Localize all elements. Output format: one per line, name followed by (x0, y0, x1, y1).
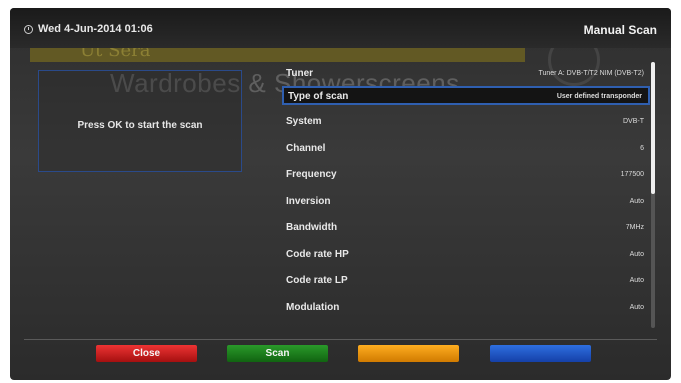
setting-label: Modulation (286, 301, 340, 313)
settings-list: Tuner Tuner A: DVB-T/T2 NIM (DVB-T2) Typ… (282, 62, 650, 321)
setting-label: Bandwidth (286, 222, 338, 233)
setting-label: Channel (286, 142, 326, 154)
clock-icon (24, 25, 33, 34)
setting-value: Tuner A: DVB-T/T2 NIM (DVB-T2) (538, 70, 644, 77)
setting-label: Frequency (286, 169, 337, 180)
setting-row-modulation[interactable]: Modulation Auto (282, 295, 650, 322)
setting-value: Auto (629, 303, 644, 311)
setting-row-type-of-scan[interactable]: Type of scan User defined transponder (282, 86, 650, 105)
setting-label: Type of scan (288, 91, 349, 102)
setting-label: System (286, 116, 322, 127)
setting-value: 7MHz (625, 224, 644, 231)
setting-label: Code rate LP (286, 275, 348, 286)
yellow-button[interactable] (358, 345, 459, 362)
setting-row-frequency[interactable]: Frequency 177500 (282, 162, 650, 189)
setting-label: Inversion (286, 195, 331, 207)
screen-title: Manual Scan (583, 23, 657, 37)
setting-value: 6 (640, 144, 644, 152)
setting-value: Auto (629, 197, 644, 205)
scan-button[interactable]: Scan (227, 345, 328, 362)
close-button[interactable]: Close (96, 345, 197, 362)
setting-row-bandwidth[interactable]: Bandwidth 7MHz (282, 215, 650, 242)
setting-row-inversion[interactable]: Inversion Auto (282, 189, 650, 216)
setting-row-system[interactable]: System DVB-T (282, 109, 650, 136)
tv-screen: Ut Sera Wardrobes & Showerscreens Wed 4-… (10, 8, 671, 380)
setting-value: DVB-T (623, 118, 644, 125)
setting-label: Code rate HP (286, 248, 349, 260)
setting-row-tuner[interactable]: Tuner Tuner A: DVB-T/T2 NIM (DVB-T2) (282, 62, 650, 86)
setting-row-code-rate-hp[interactable]: Code rate HP Auto (282, 242, 650, 269)
setting-value: Auto (629, 250, 644, 258)
info-panel: Press OK to start the scan (38, 70, 242, 172)
info-message: Press OK to start the scan (77, 120, 203, 131)
setting-row-code-rate-lp[interactable]: Code rate LP Auto (282, 268, 650, 295)
setting-label: Tuner (286, 68, 314, 79)
blue-button[interactable] (490, 345, 591, 362)
scrollbar[interactable] (651, 62, 655, 328)
top-bar: Wed 4-Jun-2014 01:06 Manual Scan (10, 8, 671, 48)
setting-value: Auto (629, 277, 644, 284)
date-time: Wed 4-Jun-2014 01:06 (38, 23, 153, 35)
scrollbar-thumb[interactable] (651, 62, 655, 194)
setting-value: 177500 (620, 171, 644, 178)
footer-divider (24, 339, 657, 340)
setting-value: User defined transponder (556, 93, 642, 100)
setting-row-channel[interactable]: Channel 6 (282, 136, 650, 163)
